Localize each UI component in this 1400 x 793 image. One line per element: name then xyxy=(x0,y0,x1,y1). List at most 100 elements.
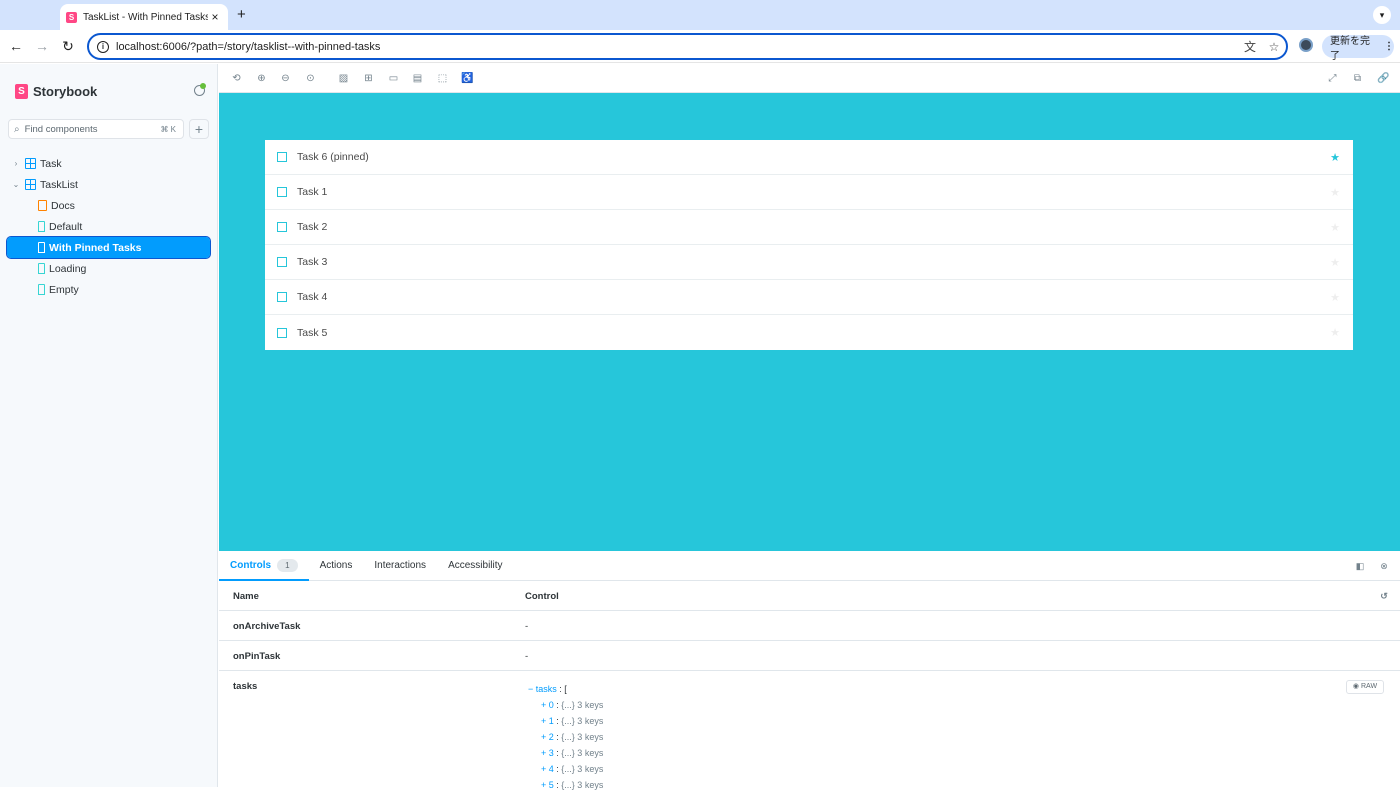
bookmark-icon xyxy=(38,284,45,295)
task-title[interactable]: Task 1 xyxy=(297,186,1328,198)
task-checkbox[interactable] xyxy=(277,187,287,197)
json-item[interactable]: + 5 : {...} 3 keys xyxy=(528,777,603,793)
back-arrow-icon[interactable]: ← xyxy=(3,38,29,54)
star-icon[interactable]: ★ xyxy=(1328,151,1342,164)
panel-orientation-icon[interactable]: ◧ xyxy=(1355,561,1365,571)
sidebar-item-label: Loading xyxy=(49,262,87,275)
storybook-favicon-icon: S xyxy=(66,11,77,23)
site-info-icon[interactable]: i xyxy=(97,40,109,53)
close-panel-icon[interactable]: ⊗ xyxy=(1379,561,1389,571)
task-item: Task 6 (pinned) ★ xyxy=(265,140,1353,175)
copy-link-icon[interactable]: 🔗 xyxy=(1377,73,1389,84)
sidebar-item-loading[interactable]: Loading xyxy=(7,258,210,279)
tab-accessibility[interactable]: Accessibility xyxy=(437,551,513,581)
json-key: 5 xyxy=(548,780,554,790)
tab-interactions[interactable]: Interactions xyxy=(363,551,437,581)
accessibility-icon[interactable]: ♿ xyxy=(461,73,473,84)
star-icon[interactable]: ★ xyxy=(1328,291,1342,304)
chevron-down-icon: ⌄ xyxy=(12,180,20,189)
object-editor[interactable]: − tasks : [ + 0 : {...} 3 keys + 1 : {..… xyxy=(528,681,603,793)
measure-icon[interactable]: ▤ xyxy=(412,73,423,84)
sidebar-item-docs[interactable]: Docs xyxy=(7,195,210,216)
star-icon[interactable]: ★ xyxy=(1328,256,1342,269)
expand-icon[interactable]: + xyxy=(541,764,549,774)
task-title[interactable]: Task 3 xyxy=(297,256,1328,268)
task-title[interactable]: Task 5 xyxy=(297,327,1328,339)
sidebar-item-with-pinned-tasks[interactable]: With Pinned Tasks xyxy=(6,236,211,259)
profile-avatar[interactable] xyxy=(1299,38,1313,52)
reload-icon[interactable]: ↻ xyxy=(55,38,81,55)
task-checkbox[interactable] xyxy=(277,327,287,338)
expand-icon[interactable]: + xyxy=(541,716,549,726)
json-item[interactable]: + 4 : {...} 3 keys xyxy=(528,761,603,777)
expand-icon[interactable]: + xyxy=(541,780,549,790)
address-bar[interactable]: i localhost:6006/?path=/story/tasklist--… xyxy=(87,33,1288,60)
browser-tab[interactable]: S TaskList - With Pinned Tasks × xyxy=(60,4,228,30)
tab-actions[interactable]: Actions xyxy=(309,551,364,581)
url-text: localhost:6006/?path=/story/tasklist--wi… xyxy=(116,40,381,53)
bookmark-star-icon[interactable]: ☆ xyxy=(1262,40,1286,54)
json-summary: {...} 3 keys xyxy=(561,716,604,726)
sidebar-item-empty[interactable]: Empty xyxy=(7,279,210,300)
viewport-icon[interactable]: ▭ xyxy=(388,73,399,84)
zoom-reset-icon[interactable]: ⊙ xyxy=(305,73,316,84)
fullscreen-icon[interactable]: ⤢ xyxy=(1327,73,1338,84)
sidebar-item-default[interactable]: Default xyxy=(7,216,210,237)
zoom-in-icon[interactable]: ⊕ xyxy=(256,73,267,84)
new-tab-button[interactable]: + xyxy=(237,6,246,23)
grid-icon[interactable]: ⊞ xyxy=(363,73,374,84)
bookmark-icon xyxy=(38,221,45,232)
tab-title: TaskList - With Pinned Tasks xyxy=(83,11,208,23)
outline-icon[interactable]: ⬚ xyxy=(437,73,448,84)
open-new-tab-icon[interactable]: ⧉ xyxy=(1352,73,1363,84)
collapse-icon[interactable]: − xyxy=(528,684,536,694)
tab-search-chevron-icon[interactable]: ▾ xyxy=(1373,6,1391,24)
reload-story-icon[interactable]: ⟲ xyxy=(231,73,242,84)
sidebar-item-label: Default xyxy=(49,220,83,233)
search-field[interactable]: ⌕ Find components ⌘ K xyxy=(8,119,184,139)
close-tab-icon[interactable]: × xyxy=(208,10,222,24)
json-summary: {...} 3 keys xyxy=(561,700,604,710)
add-story-button[interactable]: + xyxy=(189,119,209,139)
canvas-toolbar: ⟲ ⊕ ⊖ ⊙ ▨ ⊞ ▭ ▤ ⬚ ♿ ⤢ ⧉ 🔗 xyxy=(219,64,1400,93)
json-item[interactable]: + 0 : {...} 3 keys xyxy=(528,697,603,713)
json-item[interactable]: + 3 : {...} 3 keys xyxy=(528,745,603,761)
task-checkbox[interactable] xyxy=(277,292,287,302)
update-button[interactable]: 更新を完了 ⋮ xyxy=(1322,35,1394,62)
sidebar-item-task[interactable]: › Task xyxy=(7,153,210,174)
bookmark-icon xyxy=(38,242,45,253)
star-icon[interactable]: ★ xyxy=(1328,326,1342,339)
raw-toggle-button[interactable]: ◉ RAW xyxy=(1346,680,1384,694)
task-title[interactable]: Task 4 xyxy=(297,291,1328,303)
expand-icon[interactable]: + xyxy=(541,732,549,742)
arg-name: tasks xyxy=(233,681,258,692)
task-checkbox[interactable] xyxy=(277,222,287,232)
translate-icon[interactable]: 文 xyxy=(1238,38,1262,55)
expand-icon[interactable]: + xyxy=(541,700,549,710)
background-icon[interactable]: ▨ xyxy=(338,73,349,84)
task-checkbox[interactable] xyxy=(277,257,287,267)
task-title[interactable]: Task 2 xyxy=(297,221,1328,233)
star-icon[interactable]: ★ xyxy=(1328,221,1342,234)
search-icon: ⌕ xyxy=(14,123,20,135)
sidebar: S Storybook ⌕ Find components ⌘ K + › Ta… xyxy=(0,64,218,787)
reset-controls-icon[interactable]: ↺ xyxy=(1379,591,1389,601)
story-preview: Task 6 (pinned) ★ Task 1 ★ Task 2 ★ Task… xyxy=(219,93,1400,551)
json-key: 2 xyxy=(548,732,554,742)
component-icon xyxy=(25,179,36,190)
storybook-brand[interactable]: S Storybook xyxy=(15,84,97,99)
zoom-out-icon[interactable]: ⊖ xyxy=(280,73,291,84)
json-root[interactable]: − tasks : [ xyxy=(528,681,603,697)
forward-arrow-icon[interactable]: → xyxy=(29,38,55,54)
star-icon[interactable]: ★ xyxy=(1328,186,1342,199)
sidebar-item-label: With Pinned Tasks xyxy=(49,241,142,254)
bookmark-icon xyxy=(38,263,45,274)
json-item[interactable]: + 1 : {...} 3 keys xyxy=(528,713,603,729)
task-checkbox[interactable] xyxy=(277,152,287,162)
expand-icon[interactable]: + xyxy=(541,748,549,758)
json-item[interactable]: + 2 : {...} 3 keys xyxy=(528,729,603,745)
task-title[interactable]: Task 6 (pinned) xyxy=(297,151,1328,163)
tab-controls[interactable]: Controls 1 xyxy=(219,551,309,581)
search-shortcut: ⌘ K xyxy=(160,124,176,134)
sidebar-item-tasklist[interactable]: ⌄ TaskList xyxy=(7,174,210,195)
